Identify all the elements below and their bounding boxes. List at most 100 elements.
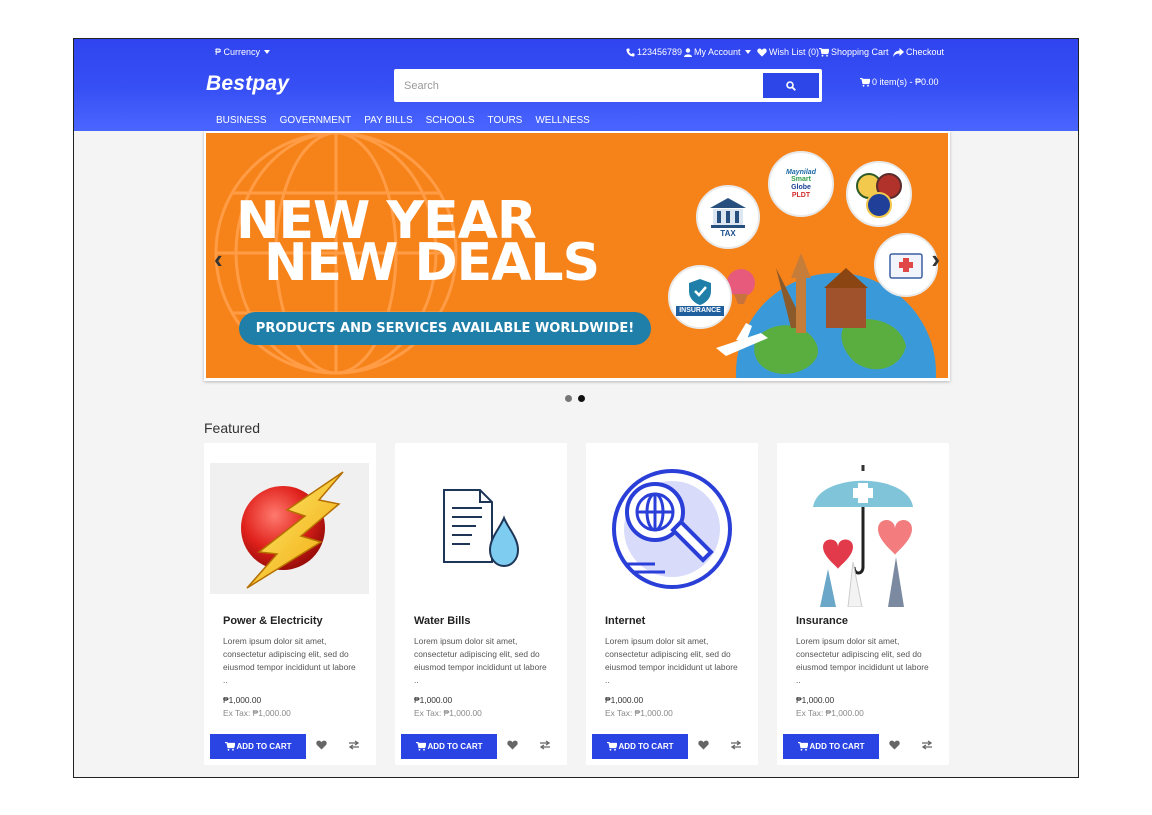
nav-item-pay-bills[interactable]: PAY BILLS bbox=[364, 115, 412, 126]
product-ex-tax: Ex Tax: ₱1,000.00 bbox=[414, 708, 482, 718]
heart-icon[interactable] bbox=[507, 740, 518, 750]
cart-icon bbox=[606, 742, 617, 751]
currency-dropdown[interactable]: ₱ Currency bbox=[215, 47, 271, 57]
telco-globe: Globe bbox=[791, 184, 811, 191]
nav-item-schools[interactable]: SCHOOLS bbox=[426, 115, 475, 126]
product-ex-tax: Ex Tax: ₱1,000.00 bbox=[796, 708, 864, 718]
product-image[interactable] bbox=[210, 463, 369, 594]
telco-badge: Maynilad Smart Globe PLDT bbox=[768, 151, 834, 217]
browser-page: ₱ Currency 123456789 My Account Wish Lis… bbox=[73, 38, 1079, 778]
telco-pldt: PLDT bbox=[791, 191, 811, 199]
product-card: Insurance Lorem ipsum dolor sit amet, co… bbox=[777, 443, 949, 765]
product-image[interactable] bbox=[401, 463, 560, 594]
product-price: ₱1,000.00 bbox=[414, 695, 453, 705]
telco-maynilad: Maynilad bbox=[786, 168, 816, 176]
banner-headline-2: NEW DEALS bbox=[264, 233, 600, 293]
heart-icon[interactable] bbox=[698, 740, 709, 750]
telco-smart: Smart bbox=[791, 176, 811, 184]
add-to-cart-label: ADD TO CART bbox=[618, 742, 674, 751]
product-title[interactable]: Internet bbox=[605, 615, 645, 627]
my-account-dropdown[interactable]: My Account bbox=[684, 47, 751, 57]
carousel-indicators bbox=[565, 395, 585, 402]
banner-tagline: PRODUCTS AND SERVICES AVAILABLE WORLDWID… bbox=[239, 312, 651, 345]
add-to-cart-button[interactable]: ADD TO CART bbox=[401, 734, 497, 759]
product-description: Lorem ipsum dolor sit amet, consectetur … bbox=[796, 636, 929, 685]
phone-icon bbox=[626, 47, 635, 57]
product-image[interactable] bbox=[783, 457, 942, 607]
product-ex-tax: Ex Tax: ₱1,000.00 bbox=[605, 708, 673, 718]
carousel-dot-1[interactable] bbox=[565, 395, 572, 402]
heart-icon[interactable] bbox=[889, 740, 900, 750]
product-price: ₱1,000.00 bbox=[796, 695, 835, 705]
product-card: Water Bills Lorem ipsum dolor sit amet, … bbox=[395, 443, 567, 765]
product-price: ₱1,000.00 bbox=[605, 695, 644, 705]
promo-slide[interactable]: NEW YEAR NEW DEALS PRODUCTS AND SERVICES… bbox=[206, 133, 948, 378]
shield-icon bbox=[689, 279, 711, 306]
water-bill-icon bbox=[442, 488, 519, 567]
product-title[interactable]: Insurance bbox=[796, 615, 848, 627]
shopping-cart-link[interactable]: Shopping Cart bbox=[819, 47, 889, 57]
currency-label: ₱ Currency bbox=[215, 47, 261, 57]
search-input[interactable] bbox=[398, 71, 760, 100]
add-to-cart-label: ADD TO CART bbox=[427, 742, 483, 751]
product-image[interactable] bbox=[592, 463, 751, 594]
promo-carousel[interactable]: NEW YEAR NEW DEALS PRODUCTS AND SERVICES… bbox=[204, 131, 950, 381]
search-button[interactable] bbox=[763, 73, 819, 98]
phone-link[interactable]: 123456789 bbox=[626, 47, 682, 57]
search-icon bbox=[786, 80, 796, 91]
site-header: ₱ Currency 123456789 My Account Wish Lis… bbox=[74, 39, 1078, 131]
insurance-badge-label: INSURANCE bbox=[676, 306, 724, 316]
tax-badge: TAX bbox=[696, 185, 760, 249]
add-to-cart-label: ADD TO CART bbox=[236, 742, 292, 751]
chevron-down-icon bbox=[264, 50, 271, 54]
compare-arrows-icon[interactable] bbox=[730, 740, 742, 750]
nav-item-tours[interactable]: TOURS bbox=[488, 115, 523, 126]
wishlist-label: Wish List (0) bbox=[769, 47, 820, 57]
cart-icon bbox=[797, 742, 808, 751]
phone-number: 123456789 bbox=[637, 47, 683, 57]
heart-icon[interactable] bbox=[316, 740, 327, 750]
nav-item-government[interactable]: GOVERNMENT bbox=[280, 115, 352, 126]
product-title[interactable]: Power & Electricity bbox=[223, 615, 323, 627]
my-account-label: My Account bbox=[694, 47, 741, 57]
checkout-link[interactable]: Checkout bbox=[893, 47, 944, 57]
add-to-cart-label: ADD TO CART bbox=[809, 742, 865, 751]
government-seals-badge bbox=[846, 161, 912, 227]
seal-icon bbox=[856, 173, 902, 218]
search-bar bbox=[394, 69, 822, 102]
add-to-cart-button[interactable]: ADD TO CART bbox=[592, 734, 688, 759]
product-price: ₱1,000.00 bbox=[223, 695, 262, 705]
tax-badge-label: TAX bbox=[720, 228, 736, 238]
compare-arrows-icon[interactable] bbox=[348, 740, 360, 750]
bestpay-logo[interactable]: Bestpay bbox=[206, 72, 289, 96]
add-to-cart-button[interactable]: ADD TO CART bbox=[783, 734, 879, 759]
product-description: Lorem ipsum dolor sit amet, consectetur … bbox=[223, 636, 356, 685]
hospital-icon bbox=[889, 253, 923, 279]
carousel-prev-arrow[interactable]: ‹ bbox=[214, 246, 223, 272]
cart-icon bbox=[819, 47, 829, 57]
product-card: Power & Electricity Lorem ipsum dolor si… bbox=[204, 443, 376, 765]
wishlist-link[interactable]: Wish List (0) bbox=[757, 47, 819, 57]
heart-icon bbox=[757, 47, 767, 57]
compare-arrows-icon[interactable] bbox=[921, 740, 933, 750]
user-icon bbox=[684, 47, 692, 57]
product-description: Lorem ipsum dolor sit amet, consectetur … bbox=[605, 636, 738, 685]
checkout-label: Checkout bbox=[906, 47, 945, 57]
chevron-down-icon bbox=[744, 50, 751, 54]
shopping-cart-label: Shopping Cart bbox=[831, 47, 889, 57]
cart-summary-label: 0 item(s) - ₱0.00 bbox=[872, 77, 939, 87]
cart-summary-button[interactable]: 0 item(s) - ₱0.00 bbox=[860, 77, 939, 87]
carousel-dot-2[interactable] bbox=[578, 395, 585, 402]
product-card: Internet Lorem ipsum dolor sit amet, con… bbox=[586, 443, 758, 765]
compare-arrows-icon[interactable] bbox=[539, 740, 551, 750]
product-title[interactable]: Water Bills bbox=[414, 615, 470, 627]
cart-icon bbox=[224, 742, 235, 751]
carousel-next-arrow[interactable]: › bbox=[931, 246, 940, 272]
share-arrow-icon bbox=[893, 47, 904, 57]
nav-item-business[interactable]: BUSINESS bbox=[216, 115, 267, 126]
featured-section-title: Featured bbox=[204, 420, 261, 436]
add-to-cart-button[interactable]: ADD TO CART bbox=[210, 734, 306, 759]
product-description: Lorem ipsum dolor sit amet, consectetur … bbox=[414, 636, 547, 685]
lightning-icon bbox=[240, 471, 344, 589]
nav-item-wellness[interactable]: WELLNESS bbox=[535, 115, 589, 126]
